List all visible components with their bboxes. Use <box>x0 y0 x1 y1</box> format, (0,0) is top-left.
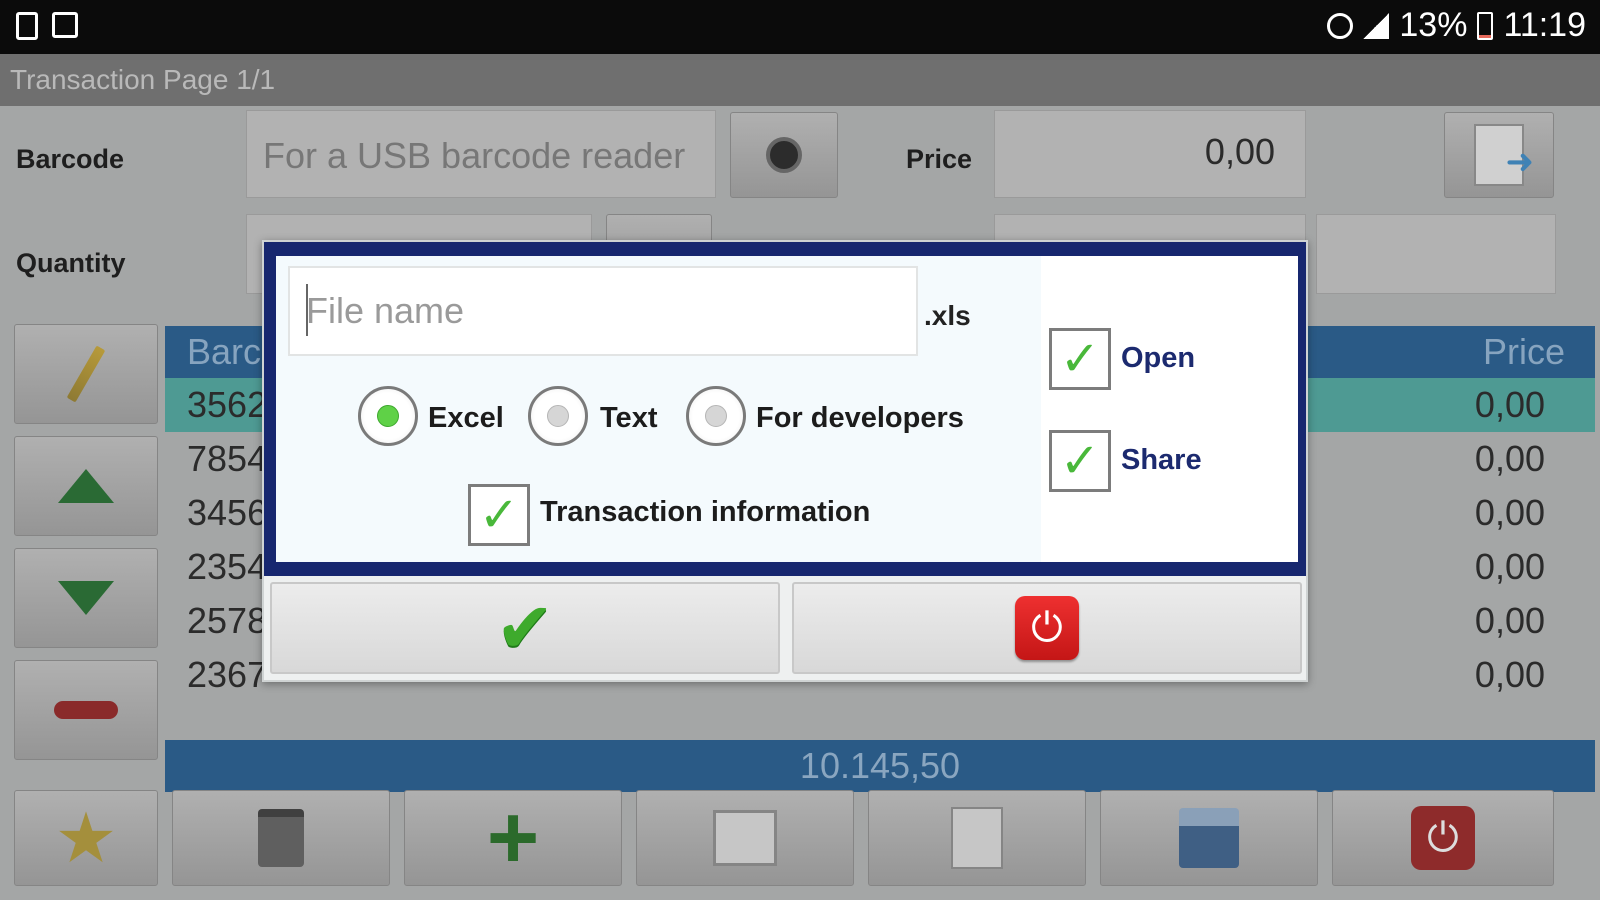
radio-dot <box>705 405 727 427</box>
confirm-button[interactable]: ✔ <box>270 582 780 674</box>
arrow-up-icon <box>58 469 114 503</box>
column-price: Price <box>1482 331 1565 372</box>
row-barcode: 2578 <box>187 600 268 641</box>
barcode-label: Barcode <box>16 144 125 174</box>
radio-excel-label: Excel <box>428 402 504 434</box>
row-price: 0,00 <box>1474 654 1545 695</box>
row-barcode: 2354 <box>187 546 268 587</box>
share-label: Share <box>1121 444 1202 476</box>
total-value: 10.145,50 <box>799 745 961 786</box>
arrow-down-icon <box>58 581 114 615</box>
dialog-content: File name .xls Excel Text For developers… <box>276 256 1298 562</box>
price-label: Price <box>906 144 973 174</box>
column-barcode: Barc <box>187 331 262 372</box>
export-document-icon <box>1474 124 1534 186</box>
battery-percent: 13% <box>1399 6 1468 44</box>
favorites-button[interactable]: ★ <box>14 790 158 886</box>
move-down-button[interactable] <box>14 548 158 648</box>
row-barcode: 2367 <box>187 654 268 695</box>
radio-text[interactable] <box>528 386 588 446</box>
notification-icons <box>16 12 78 40</box>
calendar-button[interactable] <box>636 790 854 886</box>
status-bar: 13% 11:19 <box>0 0 1600 54</box>
price-input[interactable]: 0,00 <box>994 110 1306 198</box>
row-price: 0,00 <box>1474 492 1545 533</box>
alarm-icon <box>1327 12 1354 39</box>
check-icon: ✓ <box>478 489 520 542</box>
trash-icon <box>258 809 304 867</box>
export-button[interactable] <box>1444 112 1554 198</box>
save-button[interactable] <box>1100 790 1318 886</box>
image-icon <box>52 12 78 38</box>
check-icon: ✔ <box>495 589 555 667</box>
dialog-options: ✓ Open ✓ Share <box>1041 256 1298 562</box>
radio-developers[interactable] <box>686 386 746 446</box>
row-price: 0,00 <box>1474 546 1545 587</box>
edit-button[interactable] <box>14 324 158 424</box>
cancel-button[interactable]: ⏻ <box>792 582 1302 674</box>
row-price: 0,00 <box>1474 600 1545 641</box>
barcode-input[interactable]: For a USB barcode reader <box>246 110 716 198</box>
file-extension: .xls <box>924 300 971 331</box>
plus-icon: + <box>486 788 540 888</box>
row-barcode: 3456 <box>187 492 268 533</box>
radio-developers-label: For developers <box>756 402 964 434</box>
radio-excel[interactable] <box>358 386 418 446</box>
export-dialog: File name .xls Excel Text For developers… <box>262 240 1308 682</box>
dialog-frame: File name .xls Excel Text For developers… <box>264 242 1306 576</box>
signal-icon <box>1363 12 1390 39</box>
spreadsheet-icon <box>951 807 1003 869</box>
check-icon: ✓ <box>1059 333 1101 386</box>
open-label: Open <box>1121 342 1196 374</box>
open-checkbox[interactable]: ✓ <box>1049 328 1111 390</box>
add-button[interactable]: + <box>404 790 622 886</box>
file-name-input[interactable]: File name <box>288 266 918 356</box>
floppy-icon <box>1179 808 1239 868</box>
row-barcode: 3562 <box>187 384 268 425</box>
quantity-label: Quantity <box>16 248 126 278</box>
extra-field-2[interactable] <box>1316 214 1556 294</box>
power-icon: ⏻ <box>1015 596 1079 660</box>
row-barcode: 7854 <box>187 438 268 479</box>
page-title: Transaction Page 1/1 <box>0 54 1600 106</box>
calendar-icon <box>713 810 777 866</box>
row-price: 0,00 <box>1474 384 1545 425</box>
status-right: 13% 11:19 <box>1327 6 1586 45</box>
radio-text-label: Text <box>600 402 658 434</box>
spreadsheet-button[interactable] <box>868 790 1086 886</box>
battery-icon <box>1477 11 1494 40</box>
check-icon: ✓ <box>1059 435 1101 488</box>
camera-scan-button[interactable] <box>730 112 838 198</box>
row-price: 0,00 <box>1474 438 1545 479</box>
radio-dot <box>547 405 569 427</box>
star-list-icon: ★ <box>54 799 118 877</box>
sim-icon <box>16 12 38 40</box>
transaction-info-label: Transaction information <box>540 496 871 528</box>
transaction-info-checkbox[interactable]: ✓ <box>468 484 530 546</box>
clock: 11:19 <box>1503 6 1586 44</box>
share-checkbox[interactable]: ✓ <box>1049 430 1111 492</box>
radio-dot <box>377 405 399 427</box>
minus-icon <box>54 701 118 719</box>
camera-icon <box>766 137 802 173</box>
exit-button[interactable]: ⏻ <box>1332 790 1554 886</box>
move-up-button[interactable] <box>14 436 158 536</box>
total-amount: 10.145,50 <box>165 740 1595 792</box>
pencil-icon <box>66 345 106 403</box>
delete-button[interactable] <box>172 790 390 886</box>
power-icon: ⏻ <box>1411 806 1475 870</box>
remove-button[interactable] <box>14 660 158 760</box>
